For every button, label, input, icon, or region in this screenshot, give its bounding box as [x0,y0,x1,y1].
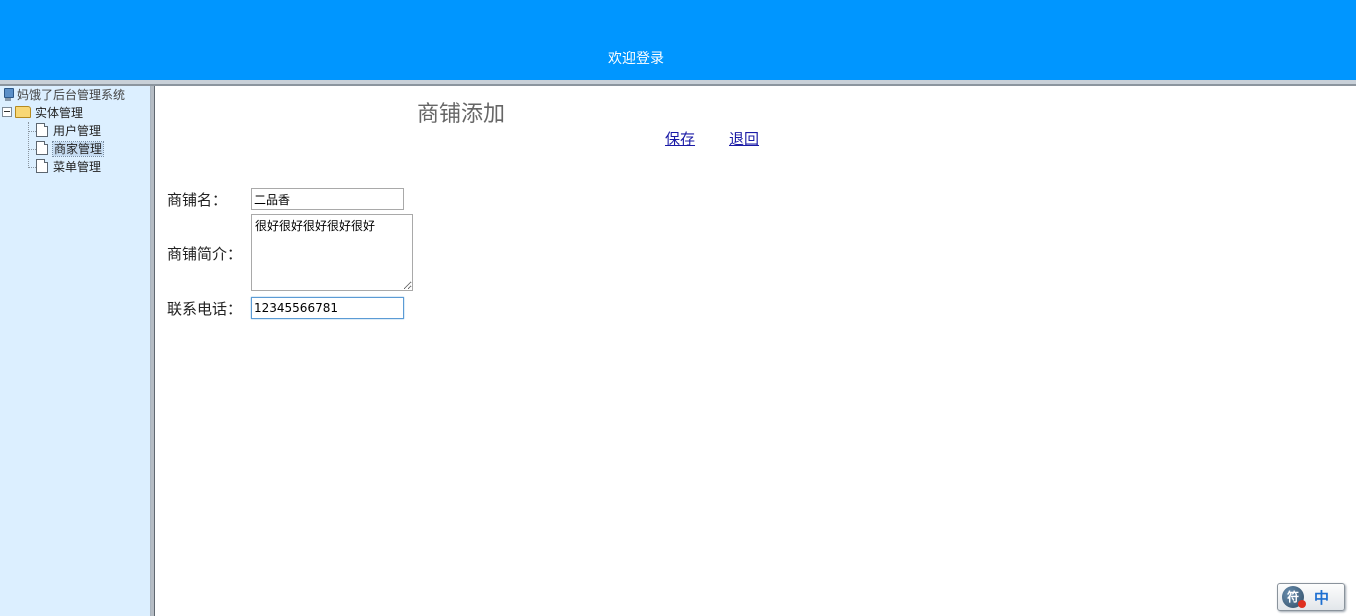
tree-connector [28,122,29,168]
tree-root[interactable]: 妈饿了后台管理系统 [2,86,125,104]
shop-name-input[interactable] [251,188,404,210]
main-content: 商铺添加 保存 退回 商铺名： 商铺简介： 很好很好很好很好很好 联系电话： [156,86,1356,616]
phone-label: 联系电话： [167,300,243,318]
ime-toolbar[interactable]: 符 中 [1277,583,1345,611]
collapse-icon[interactable] [2,107,12,117]
sidebar-item-users[interactable]: 用户管理 [36,122,101,140]
top-banner: 欢迎登录 [0,0,1356,80]
computer-icon [2,88,14,102]
sidebar-item-label: 用户管理 [53,124,102,138]
sidebar-tree: 妈饿了后台管理系统 实体管理 用户管理 商家管理 菜单管理 [0,86,151,616]
sidebar-item-merchants[interactable]: 商家管理 [36,140,105,158]
page-icon [36,123,48,137]
sidebar-item-menus[interactable]: 菜单管理 [36,158,101,176]
sidebar-item-label: 商家管理 [51,141,105,157]
shop-desc-label: 商铺简介： [167,245,243,263]
page-title: 商铺添加 [417,102,506,127]
page-icon [36,141,48,155]
back-link[interactable]: 退回 [729,128,759,149]
tree-folder-entity[interactable]: 实体管理 [2,104,83,122]
folder-open-icon [15,106,31,118]
sidebar-item-label: 菜单管理 [53,160,102,174]
ime-logo-icon[interactable]: 符 [1282,586,1306,608]
shop-desc-textarea[interactable]: 很好很好很好很好很好 [251,214,413,291]
tree-folder-label: 实体管理 [35,106,84,120]
ime-mode-toggle[interactable]: 中 [1314,587,1329,608]
page-icon [36,159,48,173]
frame-splitter[interactable] [151,86,155,616]
shop-name-label: 商铺名： [167,191,228,209]
tree-root-label: 妈饿了后台管理系统 [17,88,126,102]
save-link[interactable]: 保存 [665,128,695,149]
welcome-title: 欢迎登录 [608,51,664,67]
phone-input[interactable] [251,297,404,319]
